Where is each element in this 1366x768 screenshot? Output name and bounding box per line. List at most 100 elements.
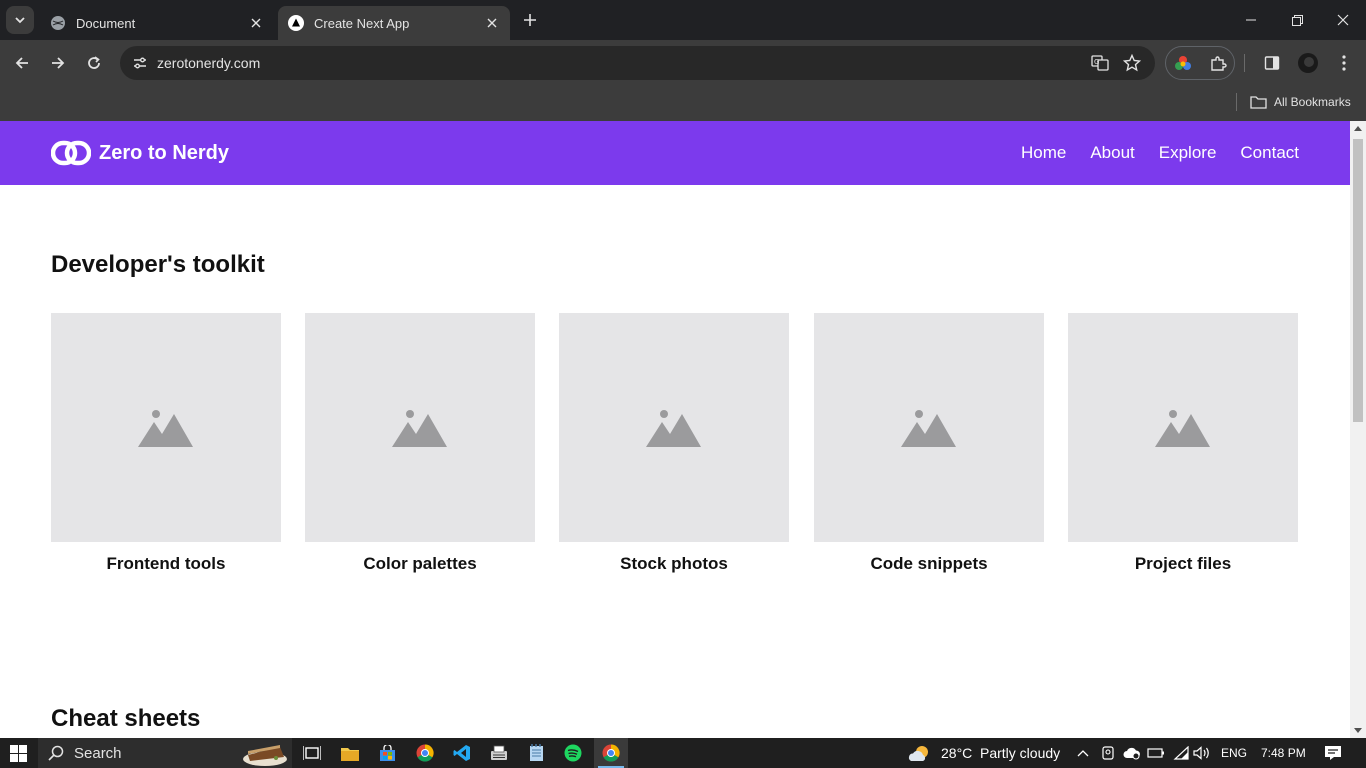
bookmark-star-icon[interactable]	[1120, 51, 1144, 75]
meet-now-icon[interactable]	[1096, 741, 1120, 765]
task-view-icon[interactable]	[300, 741, 324, 765]
restore-button[interactable]	[1274, 0, 1320, 40]
card-code-snippets[interactable]: Code snippets	[814, 313, 1044, 574]
forward-button[interactable]	[42, 47, 74, 79]
search-icon	[48, 745, 64, 761]
minimize-button[interactable]	[1228, 0, 1274, 40]
image-placeholder-icon	[392, 409, 447, 447]
globe-icon	[51, 16, 65, 30]
vscode-icon[interactable]	[450, 741, 474, 765]
chrome-icon[interactable]	[413, 741, 437, 765]
card-frontend-tools[interactable]: Frontend tools	[51, 313, 281, 574]
tab-document[interactable]: Document	[40, 6, 274, 40]
bookmarks-bar: All Bookmarks	[0, 86, 1366, 121]
battery-icon[interactable]	[1144, 741, 1168, 765]
card-image	[305, 313, 535, 542]
section-title-developers-toolkit: Developer's toolkit	[51, 251, 265, 278]
all-bookmarks-button[interactable]: All Bookmarks	[1250, 91, 1351, 113]
address-bar[interactable]: zerotonerdy.com G	[120, 46, 1155, 80]
notifications-icon[interactable]	[1321, 741, 1345, 765]
spotify-icon[interactable]	[561, 741, 585, 765]
extensions-group	[1165, 46, 1235, 80]
onedrive-cloud-icon[interactable]	[1120, 741, 1144, 765]
side-panel-button[interactable]	[1256, 47, 1288, 79]
scrollbar-thumb[interactable]	[1353, 139, 1363, 422]
card-image	[51, 313, 281, 542]
scroll-down-arrow-icon[interactable]	[1354, 728, 1362, 733]
card-label: Project files	[1134, 554, 1232, 573]
arrow-left-icon	[15, 57, 28, 69]
translate-icon[interactable]: G	[1088, 51, 1112, 75]
tab-create-next-app[interactable]: Create Next App	[278, 6, 510, 40]
weather-condition[interactable]: Partly cloudy	[980, 745, 1060, 761]
card-label: Color palettes	[363, 554, 477, 573]
windows-logo-icon	[9, 744, 27, 762]
image-placeholder-icon	[138, 409, 193, 447]
extensions-puzzle-icon[interactable]	[1202, 48, 1234, 80]
taskbar-search-box[interactable]: Search	[38, 738, 292, 768]
side-panel-icon	[1264, 56, 1280, 70]
windows-taskbar: Search 28°C Partly cloudy ENG 7:48 PM	[0, 738, 1366, 768]
card-label: Stock photos	[620, 554, 728, 573]
card-project-files[interactable]: Project files	[1068, 313, 1298, 574]
bookmarks-divider	[1236, 93, 1237, 111]
card-label: Frontend tools	[106, 554, 226, 573]
toolbar-divider	[1244, 54, 1245, 72]
tab-strip: Document Create Next App	[0, 0, 1366, 40]
browser-toolbar: zerotonerdy.com G	[0, 40, 1366, 86]
avatar	[1298, 53, 1318, 73]
all-bookmarks-label: All Bookmarks	[1274, 95, 1351, 109]
page-scrollbar[interactable]	[1350, 121, 1366, 738]
site-info-button[interactable]	[126, 49, 154, 77]
clock-time[interactable]: 7:48 PM	[1261, 746, 1306, 760]
tab-title: Create Next App	[314, 15, 410, 31]
menu-button[interactable]	[1328, 47, 1360, 79]
nav-about[interactable]: About	[1090, 143, 1134, 163]
nav-explore[interactable]: Explore	[1159, 143, 1217, 163]
image-placeholder-icon	[901, 409, 956, 447]
search-highlight-pie-icon	[243, 745, 287, 766]
card-stock-photos[interactable]: Stock photos	[559, 313, 789, 574]
file-explorer-icon[interactable]	[338, 741, 362, 765]
scroll-up-arrow-icon[interactable]	[1354, 126, 1362, 131]
more-vertical-icon	[1342, 55, 1346, 71]
volume-icon[interactable]	[1190, 741, 1214, 765]
card-color-palettes[interactable]: Color palettes	[305, 313, 535, 574]
page-viewport: Zero to Nerdy Home About Explore Contact…	[0, 121, 1350, 738]
main-nav: Home About Explore Contact	[1021, 143, 1299, 163]
reload-button[interactable]	[78, 47, 110, 79]
toolkit-card-grid: Frontend tools Color palettes Stock phot…	[51, 313, 1299, 583]
image-placeholder-icon	[1155, 409, 1210, 447]
tab-title: Document	[76, 15, 136, 31]
back-button[interactable]	[6, 47, 38, 79]
brand-logo-link[interactable]: Zero to Nerdy	[51, 138, 229, 168]
card-image	[559, 313, 789, 542]
url-text[interactable]: zerotonerdy.com	[157, 55, 260, 71]
site-header: Zero to Nerdy Home About Explore Contact	[0, 121, 1350, 185]
minimize-icon	[1246, 19, 1256, 21]
close-window-button[interactable]	[1320, 0, 1366, 40]
typewriter-app-icon[interactable]	[487, 741, 511, 765]
start-button[interactable]	[6, 741, 30, 765]
profile-button[interactable]	[1292, 47, 1324, 79]
tune-icon	[134, 57, 146, 69]
chevron-down-icon	[15, 17, 25, 24]
nav-home[interactable]: Home	[1021, 143, 1066, 163]
new-tab-button[interactable]	[518, 8, 542, 32]
taskbar-search-label: Search	[74, 744, 122, 762]
chevron-up-icon[interactable]	[1071, 741, 1095, 765]
microsoft-store-icon[interactable]	[375, 741, 399, 765]
close-tab-icon[interactable]	[484, 15, 500, 31]
color-extension-icon[interactable]	[1167, 48, 1199, 80]
nav-contact[interactable]: Contact	[1240, 143, 1299, 163]
notepad-icon[interactable]	[524, 741, 548, 765]
weather-temperature[interactable]: 28°C	[941, 745, 972, 761]
chrome-active-icon[interactable]	[599, 741, 623, 765]
close-tab-icon[interactable]	[248, 15, 264, 31]
language-indicator[interactable]: ENG	[1221, 746, 1247, 760]
arrow-right-icon	[52, 57, 65, 69]
tab-search-button[interactable]	[6, 6, 34, 34]
chain-link-logo-icon	[51, 140, 91, 166]
nextjs-icon	[288, 15, 304, 31]
weather-partly-cloudy-icon[interactable]	[908, 741, 932, 765]
